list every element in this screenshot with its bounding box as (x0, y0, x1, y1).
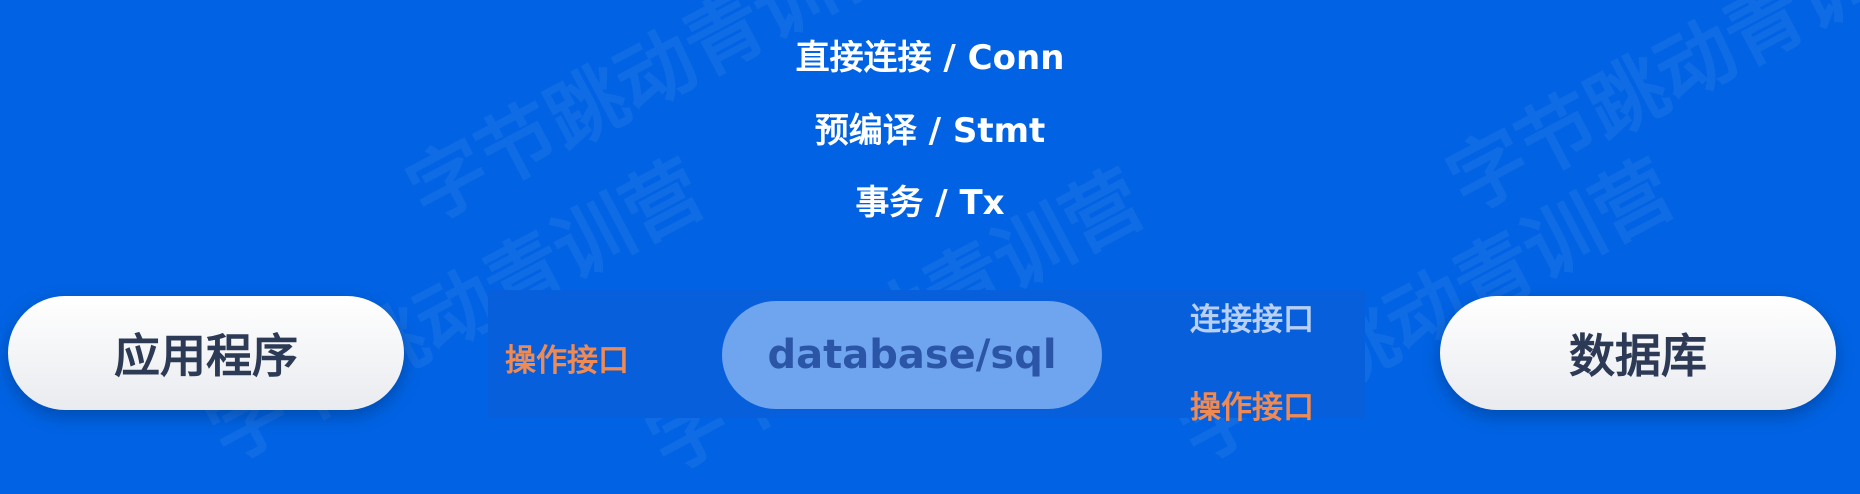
db-operate-interface-label: 操作接口 (1190, 390, 1314, 426)
database-node: 数据库 (1440, 296, 1836, 410)
api-label-conn: 直接连接 / Conn (795, 38, 1065, 78)
db-connect-interface-label: 连接接口 (1190, 302, 1314, 338)
application-node: 应用程序 (8, 296, 404, 410)
api-label-tx: 事务 / Tx (855, 183, 1005, 223)
app-operate-interface-label: 操作接口 (505, 343, 629, 379)
api-label-stmt: 预编译 / Stmt (814, 111, 1046, 151)
database-sql-node: database/sql (722, 301, 1102, 409)
